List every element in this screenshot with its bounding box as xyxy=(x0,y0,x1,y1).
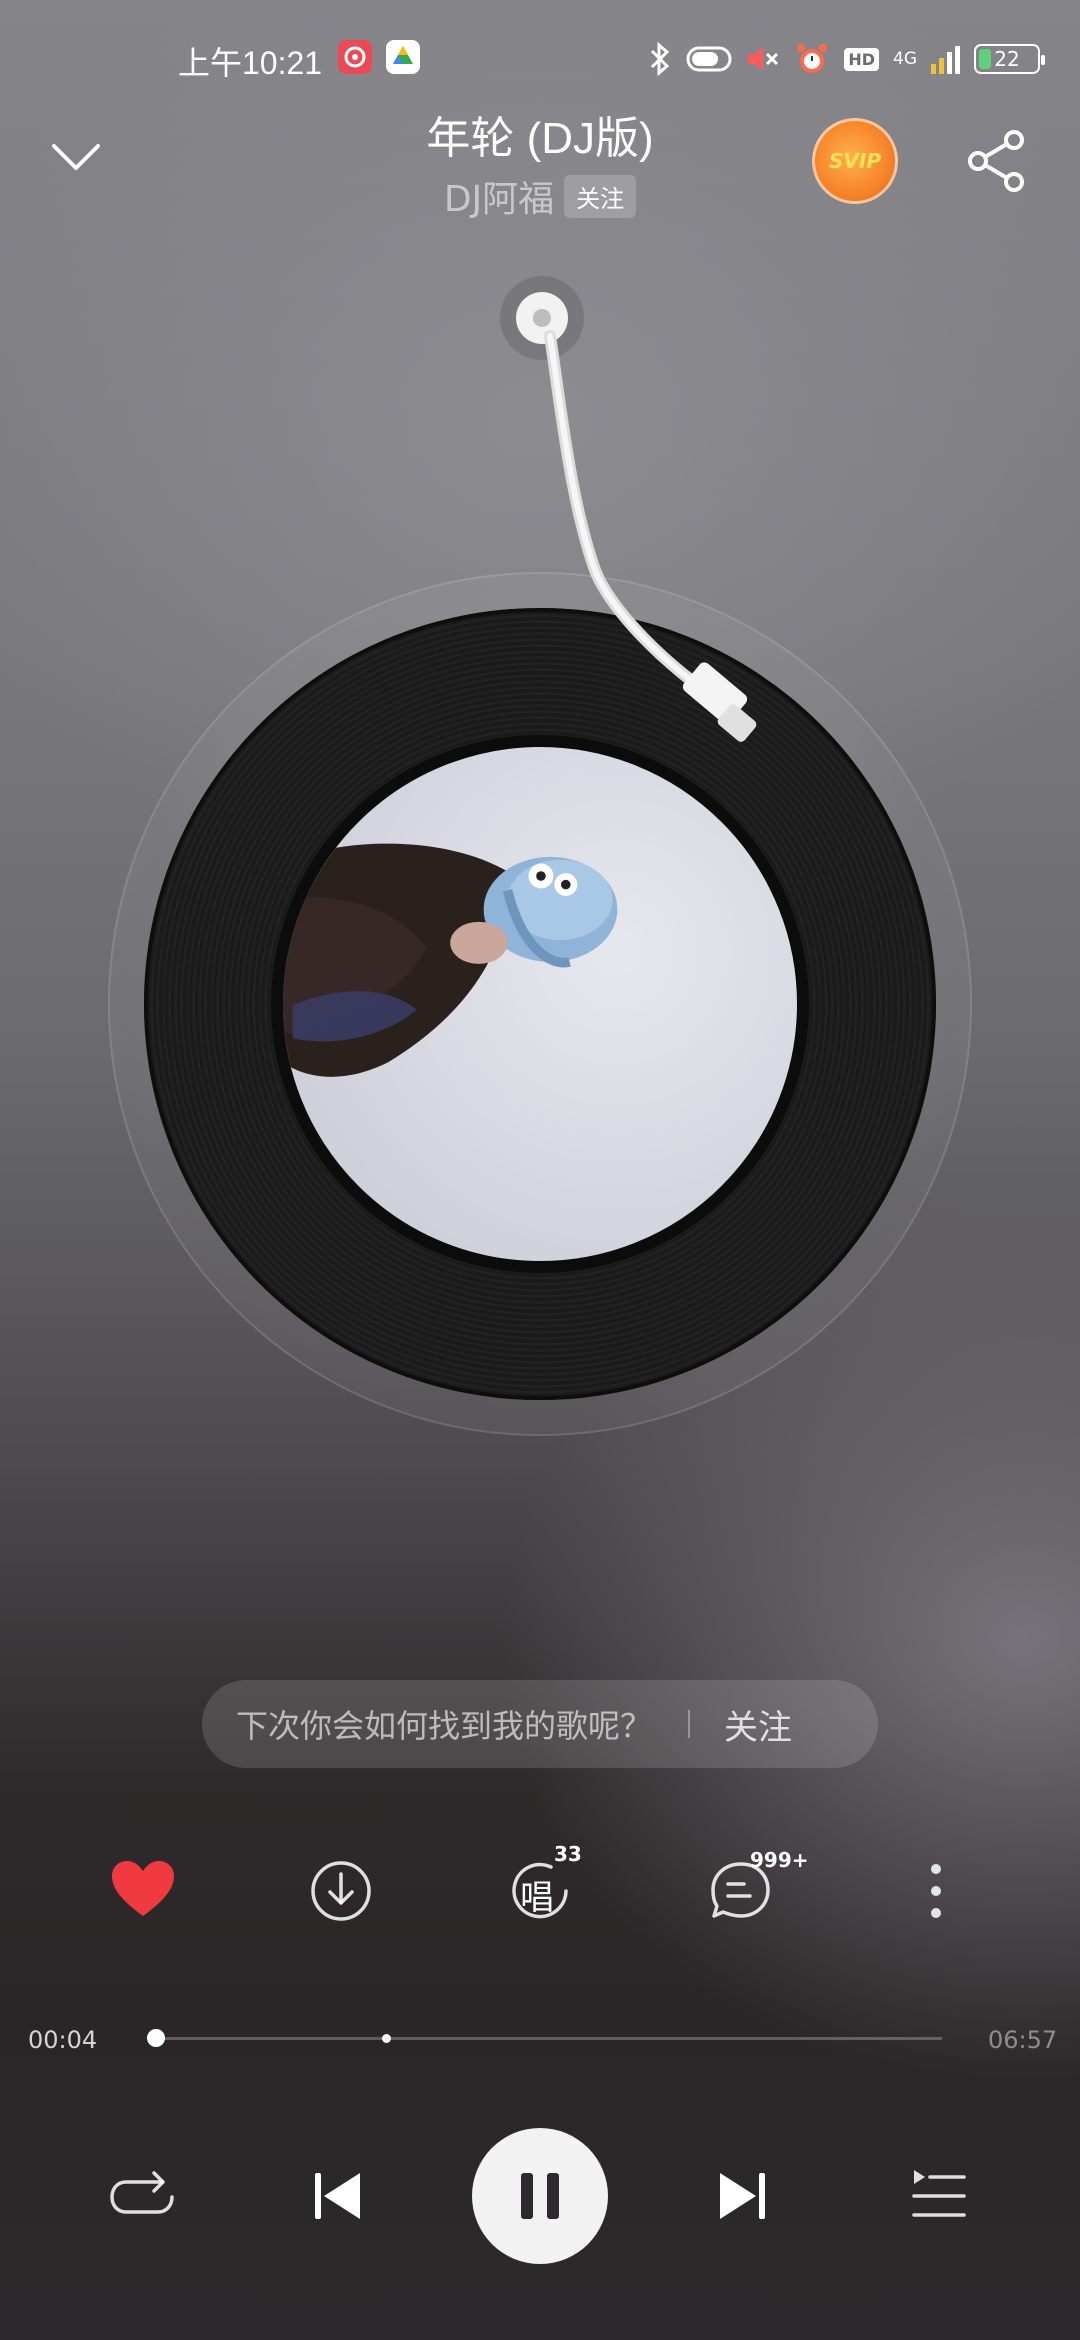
hd-voice-icon: HD xyxy=(844,47,879,71)
status-time: 上午10:21 xyxy=(178,45,323,81)
alarm-icon xyxy=(797,44,828,73)
signal-strength-icon xyxy=(931,44,960,74)
follow-prompt-bar: 下次你会如何找到我的歌呢？ 关注 xyxy=(202,1680,878,1768)
album-cover[interactable] xyxy=(271,735,809,1273)
repeat-icon[interactable] xyxy=(106,2164,178,2228)
netease-music-app-icon xyxy=(338,40,372,74)
battery-percent: 22 xyxy=(994,47,1020,71)
mute-icon xyxy=(748,47,779,71)
download-icon[interactable] xyxy=(306,1856,376,1926)
network-type: 4G xyxy=(893,49,917,69)
comment-button[interactable]: 999+ xyxy=(706,1848,809,1926)
sing-count: 33 xyxy=(554,1842,582,1866)
sing-button[interactable]: 唱 33 xyxy=(506,1842,582,1926)
progress-knob[interactable] xyxy=(146,2029,165,2047)
tonearm[interactable] xyxy=(480,270,800,770)
follow-artist-button[interactable]: 关注 xyxy=(564,174,637,218)
comment-count: 999+ xyxy=(750,1848,809,1872)
artist-name[interactable]: DJ阿福 xyxy=(444,170,554,222)
playlist-icon[interactable] xyxy=(908,2166,968,2226)
battery-icon: 22 xyxy=(974,44,1045,74)
prompt-follow-button[interactable]: 关注 xyxy=(724,1700,792,1749)
total-time: 06:57 xyxy=(988,2026,1058,2054)
heart-icon[interactable] xyxy=(108,1856,178,1926)
skip-previous-icon[interactable] xyxy=(310,2168,366,2224)
more-vertical-icon[interactable] xyxy=(904,1856,974,1926)
bluetooth-icon xyxy=(651,42,670,76)
prompt-divider xyxy=(688,1710,691,1738)
skip-next-icon[interactable] xyxy=(714,2168,770,2224)
progress-track[interactable] xyxy=(148,2034,942,2043)
song-title: 年轮 (DJ版) xyxy=(426,114,654,163)
sing-glyph: 唱 xyxy=(520,1878,554,1918)
buffer-marker xyxy=(382,2034,392,2043)
share-icon[interactable] xyxy=(962,126,1032,196)
pause-button[interactable] xyxy=(472,2128,608,2264)
status-bar: 上午10:21 HD 4G 22 xyxy=(0,34,1080,84)
svip-badge-button[interactable]: SVIP xyxy=(812,118,898,204)
artist-line: DJ阿福 关注 xyxy=(0,170,1080,222)
pause-icon xyxy=(514,2173,566,2219)
drive-app-icon xyxy=(386,40,420,74)
svip-label: SVIP xyxy=(829,149,881,173)
follow-prompt-text: 下次你会如何找到我的歌呢？ xyxy=(236,1707,653,1745)
current-time: 00:04 xyxy=(28,2026,98,2054)
album-cover-image xyxy=(283,843,618,1077)
vibrate-toggle-icon xyxy=(686,46,732,72)
